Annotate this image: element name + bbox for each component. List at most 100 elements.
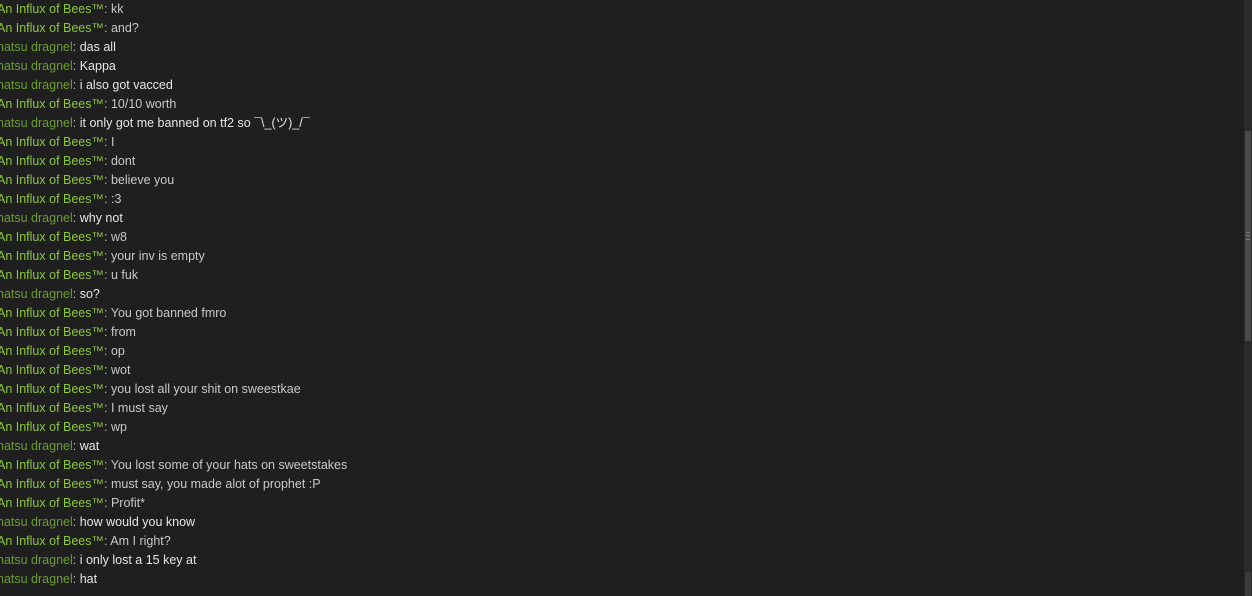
chat-message: natsu dragnel: how would you know <box>0 513 1237 532</box>
message-sender[interactable]: An Influx of Bees™ <box>0 496 104 510</box>
message-text: your inv is empty <box>110 249 205 263</box>
message-separator: : <box>72 211 80 225</box>
chat-message: An Influx of Bees™: You got banned fmro <box>0 304 1237 323</box>
message-sender[interactable]: An Influx of Bees™ <box>0 382 104 396</box>
message-text: why not <box>79 211 123 225</box>
chat-message: An Influx of Bees™: You lost some of you… <box>0 456 1237 475</box>
chat-message: An Influx of Bees™: I <box>0 133 1237 152</box>
chat-message: natsu dragnel: das all <box>0 38 1237 57</box>
message-sender[interactable]: natsu dragnel <box>0 40 73 54</box>
message-sender[interactable]: An Influx of Bees™ <box>0 97 104 111</box>
message-separator: : <box>104 306 111 320</box>
message-separator: : <box>104 21 111 35</box>
message-sender[interactable]: natsu dragnel <box>0 439 73 453</box>
message-sender[interactable]: An Influx of Bees™ <box>0 325 104 339</box>
message-sender[interactable]: natsu dragnel <box>0 287 73 301</box>
chat-message: An Influx of Bees™: wot <box>0 361 1237 380</box>
chat-message: An Influx of Bees™: 10/10 worth <box>0 95 1237 114</box>
message-text: :3 <box>110 192 122 206</box>
message-separator: : <box>72 59 80 73</box>
message-text: You got banned fmro <box>110 306 227 320</box>
message-text: You lost some of your hats on sweetstake… <box>110 458 348 472</box>
message-sender[interactable]: An Influx of Bees™ <box>0 363 104 377</box>
chat-message: An Influx of Bees™: from <box>0 323 1237 342</box>
message-sender[interactable]: An Influx of Bees™ <box>0 249 104 263</box>
message-sender[interactable]: natsu dragnel <box>0 116 73 130</box>
message-separator: : <box>104 154 111 168</box>
message-text: I must say <box>110 401 168 415</box>
message-sender[interactable]: An Influx of Bees™ <box>0 420 104 434</box>
message-separator: : <box>104 268 111 282</box>
message-text: wp <box>110 420 127 434</box>
chat-message: An Influx of Bees™: :3 <box>0 190 1237 209</box>
message-text: so? <box>79 287 100 301</box>
message-text: it only got me banned on tf2 so ¯\_(ツ)_/… <box>79 116 310 130</box>
message-sender[interactable]: natsu dragnel <box>0 78 73 92</box>
message-sender[interactable]: natsu dragnel <box>0 211 73 225</box>
scroll-track[interactable] <box>1245 572 1251 596</box>
message-separator: : <box>104 363 111 377</box>
message-text: op <box>110 344 125 358</box>
message-text: how would you know <box>79 515 196 529</box>
message-sender[interactable]: natsu dragnel <box>0 59 73 73</box>
message-separator: : <box>72 439 80 453</box>
message-sender[interactable]: An Influx of Bees™ <box>0 21 104 35</box>
message-sender[interactable]: An Influx of Bees™ <box>0 230 104 244</box>
message-text: u fuk <box>110 268 139 282</box>
message-text: w8 <box>110 230 127 244</box>
message-separator: : <box>104 192 111 206</box>
chat-message: An Influx of Bees™: op <box>0 342 1237 361</box>
chat-scrollbar[interactable] <box>1244 0 1252 596</box>
message-sender[interactable]: An Influx of Bees™ <box>0 344 104 358</box>
message-separator: : <box>104 230 111 244</box>
message-sender[interactable]: natsu dragnel <box>0 515 73 529</box>
chat-message: An Influx of Bees™: and? <box>0 19 1237 38</box>
chat-message: natsu dragnel: i also got vacced <box>0 76 1237 95</box>
message-sender[interactable]: natsu dragnel <box>0 572 73 586</box>
chat-message: natsu dragnel: it only got me banned on … <box>0 114 1237 133</box>
chat-message: An Influx of Bees™: kk <box>0 0 1237 19</box>
chat-message: An Influx of Bees™: dont <box>0 152 1237 171</box>
message-sender[interactable]: An Influx of Bees™ <box>0 401 104 415</box>
message-sender[interactable]: An Influx of Bees™ <box>0 306 104 320</box>
chat-message: natsu dragnel: why not <box>0 209 1237 228</box>
message-text: must say, you made alot of prophet :P <box>110 477 321 491</box>
message-text: hat <box>79 572 98 586</box>
message-separator: : <box>104 173 111 187</box>
chat-message: natsu dragnel: hat <box>0 570 1237 589</box>
message-separator: : <box>104 458 111 472</box>
chat-message: An Influx of Bees™: believe you <box>0 171 1237 190</box>
message-separator: : <box>104 344 111 358</box>
message-separator: : <box>104 382 111 396</box>
message-text: you lost all your shit on sweestkae <box>110 382 301 396</box>
chat-message: natsu dragnel: so? <box>0 285 1237 304</box>
message-sender[interactable]: An Influx of Bees™ <box>0 458 104 472</box>
message-sender[interactable]: An Influx of Bees™ <box>0 477 104 491</box>
chat-message: An Influx of Bees™: wp <box>0 418 1237 437</box>
message-sender[interactable]: An Influx of Bees™ <box>0 268 104 282</box>
message-sender[interactable]: An Influx of Bees™ <box>0 192 104 206</box>
chat-message: natsu dragnel: i only lost a 15 key at <box>0 551 1237 570</box>
message-text: kk <box>110 2 124 16</box>
message-text: 10/10 worth <box>110 97 177 111</box>
message-text: i also got vacced <box>79 78 173 92</box>
chat-log[interactable]: An Influx of Bees™: kk An Influx of Bees™… <box>0 0 1237 596</box>
message-sender[interactable]: natsu dragnel <box>0 553 73 567</box>
message-sender[interactable]: An Influx of Bees™ <box>0 534 104 548</box>
message-text: Kappa <box>79 59 116 73</box>
message-separator: : <box>104 2 111 16</box>
chat-message: An Influx of Bees™: your inv is empty <box>0 247 1237 266</box>
message-sender[interactable]: An Influx of Bees™ <box>0 135 104 149</box>
chat-message: An Influx of Bees™: must say, you made a… <box>0 475 1237 494</box>
message-sender[interactable]: An Influx of Bees™ <box>0 173 104 187</box>
message-sender[interactable]: An Influx of Bees™ <box>0 154 104 168</box>
message-separator: : <box>104 249 111 263</box>
message-separator: : <box>104 420 111 434</box>
message-separator: : <box>104 97 111 111</box>
message-text: Profit* <box>110 496 146 510</box>
message-text: believe you <box>110 173 175 187</box>
chat-message: An Influx of Bees™: w8 <box>0 228 1237 247</box>
message-text: wat <box>79 439 100 453</box>
message-text: and? <box>110 21 139 35</box>
message-sender[interactable]: An Influx of Bees™ <box>0 2 104 16</box>
